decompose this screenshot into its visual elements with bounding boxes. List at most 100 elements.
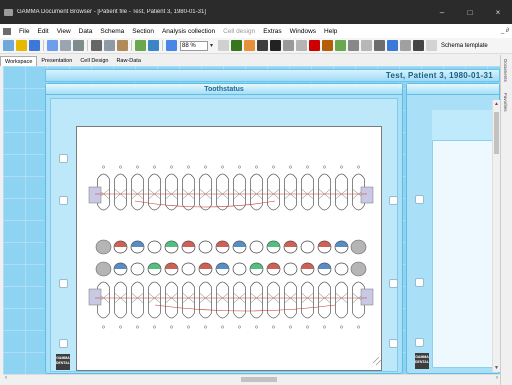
lower-tooth-dot <box>238 325 241 329</box>
upper-tooth-dot <box>306 165 309 169</box>
zoom-icon[interactable] <box>166 40 177 51</box>
right-handle-mid[interactable] <box>389 279 398 288</box>
tab-workspace[interactable]: Workspace <box>0 56 38 66</box>
scroll-right-icon[interactable]: › <box>496 375 498 381</box>
upper-right-block <box>360 186 374 204</box>
scroll-up-icon[interactable]: ▲ <box>494 101 499 107</box>
globe-icon[interactable] <box>270 40 282 51</box>
menu-bar: File Edit View Data Schema Section Analy… <box>0 24 512 38</box>
zoom-dropdown-icon[interactable]: ▾ <box>210 42 213 49</box>
upper-tooth-dot <box>357 165 360 169</box>
menu-view[interactable]: View <box>53 28 75 35</box>
tab-raw-data[interactable]: Raw-Data <box>112 56 144 66</box>
lower-tooth <box>114 281 127 319</box>
occlusal-marker <box>216 241 229 247</box>
lower-tooth-dot <box>170 325 173 329</box>
close-button[interactable]: × <box>484 0 512 24</box>
horizontal-scrollbar[interactable]: ‹ › <box>3 374 500 383</box>
vertical-scrollbar[interactable]: ▲ ▼ <box>492 100 500 372</box>
upper-occlusal <box>249 240 264 254</box>
maximize-button[interactable]: □ <box>456 0 484 24</box>
info-icon[interactable] <box>148 40 159 51</box>
menu-extras[interactable]: Extras <box>259 28 285 35</box>
upper-tooth <box>301 173 314 211</box>
print-preview-icon[interactable] <box>60 40 71 51</box>
occlusal-marker <box>199 263 212 269</box>
menu-edit[interactable]: Edit <box>33 28 52 35</box>
zoom-select[interactable]: 88 % <box>180 40 208 51</box>
print-icon[interactable] <box>73 40 84 51</box>
left-handle-top[interactable] <box>59 196 68 205</box>
right-handle-top[interactable] <box>389 196 398 205</box>
open-icon[interactable] <box>16 40 27 51</box>
save-icon[interactable] <box>29 40 40 51</box>
secondary-handle-bottom[interactable] <box>415 338 424 347</box>
scroll-left-icon[interactable]: ‹ <box>5 375 7 381</box>
menu-section[interactable]: Section <box>128 28 158 35</box>
save-as-icon[interactable] <box>47 40 58 51</box>
right-handle-bottom[interactable] <box>389 339 398 348</box>
menu-help[interactable]: Help <box>320 28 341 35</box>
occlusal-marker <box>284 241 297 247</box>
mdi-controls[interactable]: _ ∂ <box>501 24 509 38</box>
grid-icon[interactable] <box>257 40 269 51</box>
toolbar-separator <box>162 40 163 51</box>
new-icon[interactable] <box>3 40 14 51</box>
lower-tooth <box>216 281 229 319</box>
secondary-logo-line-2: DENTAL <box>415 360 429 364</box>
dna-icon[interactable] <box>296 40 308 51</box>
dental-chart[interactable] <box>76 126 382 371</box>
lower-tooth-dot <box>323 325 326 329</box>
horizontal-scroll-thumb[interactable] <box>241 377 277 382</box>
secondary-handle-top[interactable] <box>415 195 424 204</box>
image-icon[interactable] <box>135 40 146 51</box>
cut-icon[interactable] <box>91 40 102 51</box>
menu-schema[interactable]: Schema <box>96 28 128 35</box>
chart-icon[interactable] <box>231 40 243 51</box>
occlusal-marker <box>250 263 263 269</box>
occlusal-marker <box>114 263 127 269</box>
toolbar-separator <box>87 40 88 51</box>
copy-icon[interactable] <box>104 40 115 51</box>
plot-icon[interactable] <box>322 40 334 51</box>
occlusal-marker <box>131 241 144 247</box>
left-handle-bottom[interactable] <box>59 339 68 348</box>
tab-presentation[interactable]: Presentation <box>37 56 76 66</box>
upper-tooth-dot <box>153 165 156 169</box>
screen-icon[interactable] <box>387 40 399 51</box>
menu-file[interactable]: File <box>15 28 33 35</box>
export-icon[interactable] <box>413 40 425 51</box>
template-icon[interactable] <box>426 40 438 51</box>
tooth-icon[interactable] <box>348 40 360 51</box>
menu-analysis-collection[interactable]: Analysis collection <box>158 28 219 35</box>
table-icon[interactable] <box>283 40 295 51</box>
left-handle-mid[interactable] <box>59 279 68 288</box>
paste-icon[interactable] <box>117 40 128 51</box>
menu-data[interactable]: Data <box>75 28 97 35</box>
resize-grip-icon <box>372 356 382 366</box>
application-window: GAMMA Document Browser - [Patient file -… <box>0 0 512 385</box>
dots-icon[interactable] <box>335 40 347 51</box>
left-handle-upper[interactable] <box>59 154 68 163</box>
upper-tooth-dot <box>255 165 258 169</box>
close-x-icon[interactable] <box>218 40 230 51</box>
drop-icon[interactable] <box>361 40 373 51</box>
menu-cell-design[interactable]: Cell design <box>219 28 259 35</box>
menu-windows[interactable]: Windows <box>286 28 320 35</box>
upper-tooth-dot <box>170 165 173 169</box>
occlusal-marker <box>233 241 246 247</box>
dock-tab-favorites[interactable]: Favorites <box>503 93 508 112</box>
frame-icon[interactable] <box>400 40 412 51</box>
minimize-button[interactable]: – <box>428 0 456 24</box>
ruler-icon[interactable] <box>309 40 321 51</box>
vertical-scroll-thumb[interactable] <box>494 112 499 154</box>
lower-tooth <box>335 281 348 319</box>
secondary-panel-top <box>432 110 498 140</box>
sound-icon[interactable] <box>244 40 256 51</box>
scroll-down-icon[interactable]: ▼ <box>494 365 499 371</box>
secondary-handle-mid[interactable] <box>415 278 424 287</box>
upper-occlusal <box>198 240 213 254</box>
photo-icon[interactable] <box>374 40 386 51</box>
tab-cell-design[interactable]: Cell Design <box>76 56 112 66</box>
dock-tab-documents[interactable]: Documents <box>503 59 508 82</box>
